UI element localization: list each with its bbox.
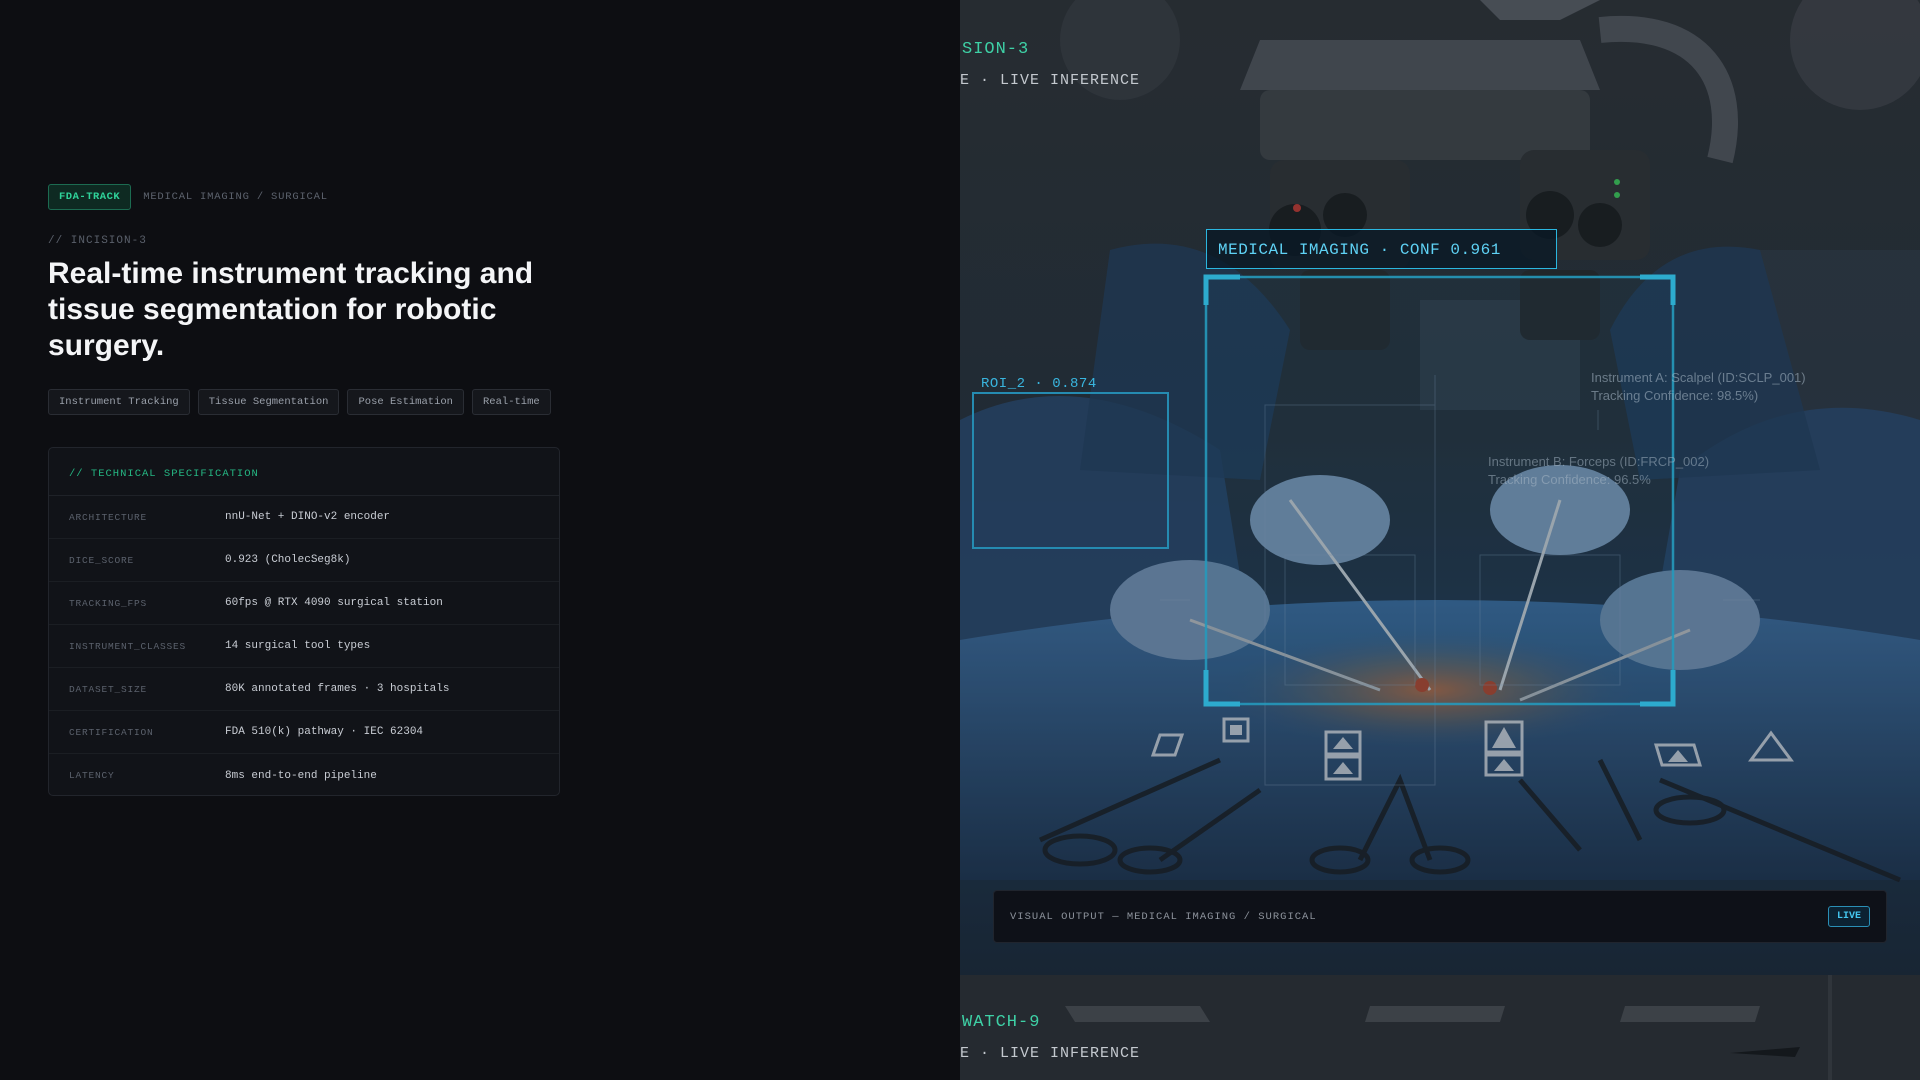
spec-key: ARCHITECTURE	[69, 511, 148, 523]
roi-label: ROI_2 · 0.874	[981, 376, 1097, 392]
header-badge-row: FDA-TRACK MEDICAL IMAGING / SURGICAL	[48, 184, 328, 210]
spec-heading: // TECHNICAL SPECIFICATION	[49, 448, 559, 496]
spec-value: FDA 510(k) pathway · IEC 62304	[225, 726, 424, 738]
annotation-line: Instrument B: Forceps (ID:FRCP_002)	[1488, 454, 1710, 469]
spec-value: 0.923 (CholecSeg8k)	[225, 554, 351, 566]
next-preview-illustration	[960, 975, 1920, 1080]
tracking-annotation-a: Instrument A: Scalpel (ID:SCLP_001) Trac…	[1591, 369, 1806, 405]
spec-row: DICE_SCORE 0.923 (CholecSeg8k)	[49, 539, 559, 582]
tag-instrument-tracking: Instrument Tracking	[48, 389, 190, 415]
tag-real-time: Real-time	[471, 389, 551, 415]
spec-value: 8ms end-to-end pipeline	[225, 769, 377, 782]
surgical-scene-image	[960, 0, 1920, 975]
spec-value: 60fps @ RTX 4090 surgical station	[225, 597, 443, 609]
detection-label: MEDICAL IMAGING · CONF 0.961	[1206, 229, 1557, 269]
scene-label: SION-3	[962, 40, 1030, 59]
page-title: Real-time instrument tracking and tissue…	[48, 257, 534, 362]
next-scene-label: WATCH-9	[962, 1013, 1041, 1032]
breadcrumb: MEDICAL IMAGING / SURGICAL	[143, 191, 328, 203]
annotation-line: Tracking Confidence: 98.5%)	[1591, 388, 1759, 403]
scene-sublabel: E · LIVE INFERENCE	[960, 72, 1141, 89]
annotation-line: Tracking Confidence: 96.5%	[1488, 472, 1651, 487]
project-kicker: // INCISION-3	[48, 235, 147, 247]
spec-key: DATASET_SIZE	[69, 683, 148, 695]
project-badge: FDA-TRACK	[48, 184, 132, 210]
visual-output-bar: VISUAL OUTPUT — MEDICAL IMAGING / SURGIC…	[993, 890, 1887, 943]
technical-spec-card: // TECHNICAL SPECIFICATION ARCHITECTURE …	[48, 447, 560, 796]
spec-row: INSTRUMENT_CLASSES 14 surgical tool type…	[49, 625, 559, 668]
spec-row: CERTIFICATION FDA 510(k) pathway · IEC 6…	[49, 711, 559, 754]
visual-output-caption: VISUAL OUTPUT — MEDICAL IMAGING / SURGIC…	[1010, 910, 1317, 923]
spec-value: nnU-Net + DINO-v2 encoder	[225, 511, 391, 523]
spec-value: 80K annotated frames · 3 hospitals	[225, 683, 450, 695]
spec-key: CERTIFICATION	[69, 726, 154, 738]
spec-key: TRACKING_FPS	[69, 597, 148, 609]
next-scene-sublabel: E · LIVE INFERENCE	[960, 1045, 1141, 1062]
visual-output-panel: SION-3 E · LIVE INFERENCE MEDICAL IMAGIN…	[960, 0, 1920, 1080]
live-badge: LIVE	[1827, 906, 1870, 927]
spec-key: DICE_SCORE	[69, 554, 135, 566]
tag-list: Instrument Tracking Tissue Segmentation …	[48, 389, 551, 415]
project-detail-panel: FDA-TRACK MEDICAL IMAGING / SURGICAL // …	[0, 0, 960, 1080]
spec-row: LATENCY 8ms end-to-end pipeline	[49, 754, 559, 797]
spec-row: ARCHITECTURE nnU-Net + DINO-v2 encoder	[49, 496, 559, 539]
surgical-scene-illustration	[960, 0, 1920, 975]
spec-value: 14 surgical tool types	[225, 640, 371, 652]
annotation-line: Instrument A: Scalpel (ID:SCLP_001)	[1591, 370, 1806, 385]
spec-key: INSTRUMENT_CLASSES	[69, 640, 187, 652]
tag-pose-estimation: Pose Estimation	[347, 389, 464, 415]
tag-tissue-segmentation: Tissue Segmentation	[197, 389, 340, 415]
spec-row: DATASET_SIZE 80K annotated frames · 3 ho…	[49, 668, 559, 711]
spec-key: LATENCY	[69, 770, 115, 781]
tracking-annotation-b: Instrument B: Forceps (ID:FRCP_002) Trac…	[1488, 453, 1709, 489]
next-project-preview[interactable]	[960, 975, 1920, 1080]
spec-row: TRACKING_FPS 60fps @ RTX 4090 surgical s…	[49, 582, 559, 625]
